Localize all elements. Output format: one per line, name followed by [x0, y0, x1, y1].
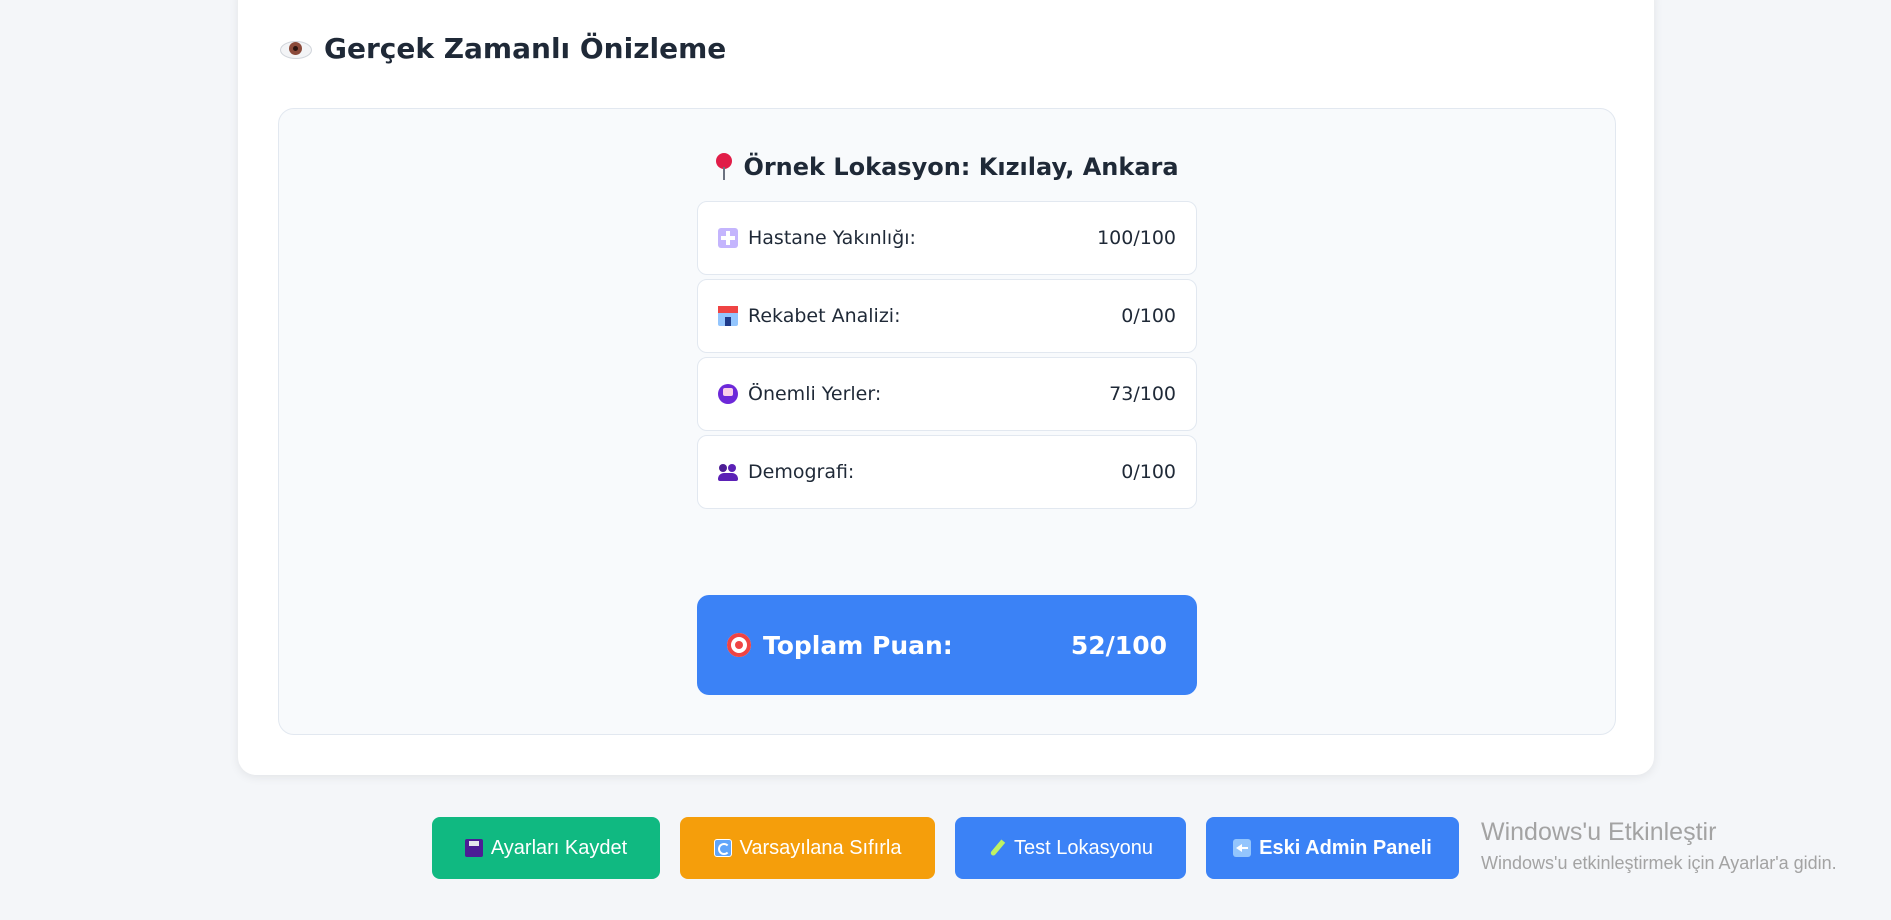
test-location-label: Test Lokasyonu [1014, 836, 1153, 859]
score-row-hospital: Hastane Yakınlığı: 100/100 [697, 201, 1197, 275]
pin-icon [715, 153, 733, 181]
score-value: 100/100 [1097, 227, 1176, 249]
reset-defaults-button[interactable]: Varsayılana Sıfırla [680, 817, 935, 879]
watermark-subtitle: Windows'u etkinleştirmek için Ayarlar'a … [1481, 853, 1837, 873]
people-icon [718, 462, 738, 482]
location-heading: Örnek Lokasyon: Kızılay, Ankara [279, 153, 1615, 181]
preview-title-text: Gerçek Zamanlı Önizleme [324, 32, 727, 65]
floppy-icon [464, 839, 483, 857]
save-settings-button[interactable]: Ayarları Kaydet [432, 817, 660, 879]
windows-activation-watermark: Windows'u Etkinleştir Windows'u etkinleş… [1481, 818, 1837, 874]
back-arrow-icon [1233, 839, 1252, 857]
reset-defaults-label: Varsayılana Sıfırla [739, 836, 902, 859]
old-admin-panel-label: Eski Admin Paneli [1259, 836, 1432, 859]
total-score: Toplam Puan: 52/100 [697, 595, 1197, 695]
total-label: Toplam Puan: [763, 630, 953, 660]
score-row-landmarks: Önemli Yerler: 73/100 [697, 357, 1197, 431]
target-icon [727, 633, 751, 657]
total-value: 52/100 [1070, 630, 1167, 660]
store-icon [718, 306, 738, 326]
refresh-icon [713, 839, 732, 857]
score-row-competition: Rekabet Analizi: 0/100 [697, 279, 1197, 353]
watermark-title: Windows'u Etkinleştir [1481, 818, 1717, 846]
score-label: Rekabet Analizi: [748, 305, 901, 327]
score-label: Demografi: [748, 461, 855, 483]
eye-icon [280, 38, 312, 60]
score-row-demographics: Demografi: 0/100 [697, 435, 1197, 509]
preview-title: Gerçek Zamanlı Önizleme [280, 32, 726, 65]
score-value: 0/100 [1121, 461, 1176, 483]
score-value: 0/100 [1121, 305, 1176, 327]
test-tube-icon [988, 839, 1006, 857]
score-label: Önemli Yerler: [748, 383, 882, 405]
score-label: Hastane Yakınlığı: [748, 227, 916, 249]
old-admin-panel-button[interactable]: Eski Admin Paneli [1206, 817, 1459, 879]
score-value: 73/100 [1109, 383, 1176, 405]
preview-card: Gerçek Zamanlı Önizleme Örnek Lokasyon: … [238, 0, 1654, 775]
save-settings-label: Ayarları Kaydet [490, 836, 628, 859]
hospital-icon [718, 228, 738, 248]
location-label: Örnek Lokasyon: Kızılay, Ankara [743, 153, 1179, 181]
test-location-button[interactable]: Test Lokasyonu [955, 817, 1186, 879]
metro-icon [718, 384, 738, 404]
preview-panel: Örnek Lokasyon: Kızılay, Ankara Hastane … [278, 108, 1616, 735]
